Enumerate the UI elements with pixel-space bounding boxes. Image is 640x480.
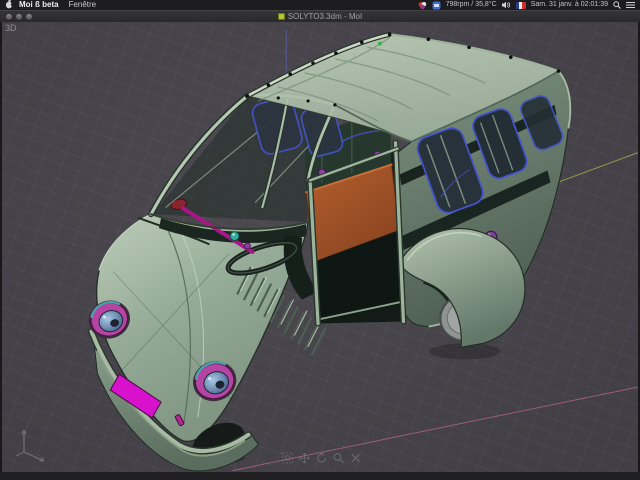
rotate-icon[interactable] — [316, 452, 328, 464]
apple-menu[interactable] — [5, 0, 13, 12]
document-icon — [278, 13, 285, 20]
van-body[interactable] — [84, 33, 571, 471]
window-title: SOLYTO3.3dm - MoI — [288, 12, 362, 21]
apple-icon — [5, 0, 13, 9]
monitor-app-icon[interactable] — [432, 1, 441, 10]
reset-view-icon[interactable] — [350, 452, 362, 464]
solyto-van-model[interactable] — [2, 22, 638, 472]
minimize-button[interactable] — [16, 14, 22, 20]
app-menu-moi[interactable]: Moi ß beta — [19, 0, 59, 10]
zoom-icon[interactable] — [333, 452, 345, 464]
menu-bar: Moi ß beta Fenêtre 798rpm / 35,8°C Sam. … — [0, 0, 640, 10]
spotlight-icon[interactable] — [613, 1, 621, 9]
view-controls — [282, 452, 362, 464]
pan-icon[interactable] — [299, 452, 311, 464]
desktop: Moi ß beta Fenêtre 798rpm / 35,8°C Sam. … — [0, 0, 640, 480]
french-flag-icon[interactable] — [516, 2, 526, 9]
menu-fenetre[interactable]: Fenêtre — [69, 0, 97, 10]
fan-app-icon[interactable] — [418, 1, 427, 10]
close-button[interactable] — [6, 14, 12, 20]
viewport-label: 3D — [5, 23, 17, 33]
gear-knob[interactable] — [230, 232, 239, 241]
viewport-3d[interactable]: 3D — [2, 22, 638, 472]
window-edge-bottom — [0, 472, 640, 480]
zoom-button[interactable] — [26, 14, 32, 20]
title-bar[interactable]: SOLYTO3.3dm - MoI — [0, 10, 640, 22]
selected-control-point[interactable] — [378, 42, 382, 46]
menu-list-icon[interactable] — [626, 1, 635, 9]
window-edge-left — [0, 22, 2, 480]
fan-temp-reading[interactable]: 798rpm / 35,8°C — [446, 0, 497, 10]
zoom-area-icon[interactable] — [282, 452, 294, 464]
speaker-icon[interactable] — [502, 1, 511, 9]
menu-clock[interactable]: Sam. 31 janv. à 02:01:39 — [531, 0, 608, 10]
world-axis-indicator — [12, 426, 48, 464]
